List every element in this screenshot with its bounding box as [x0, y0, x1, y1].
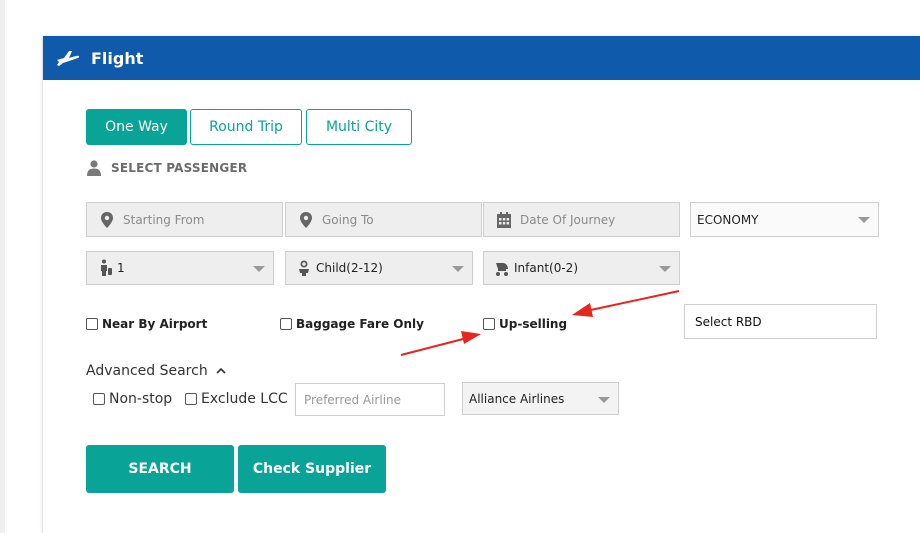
arrow-to-up-selling-left	[400, 331, 481, 356]
arrow-to-up-selling-right	[572, 290, 680, 317]
annotation-arrows	[400, 290, 680, 356]
